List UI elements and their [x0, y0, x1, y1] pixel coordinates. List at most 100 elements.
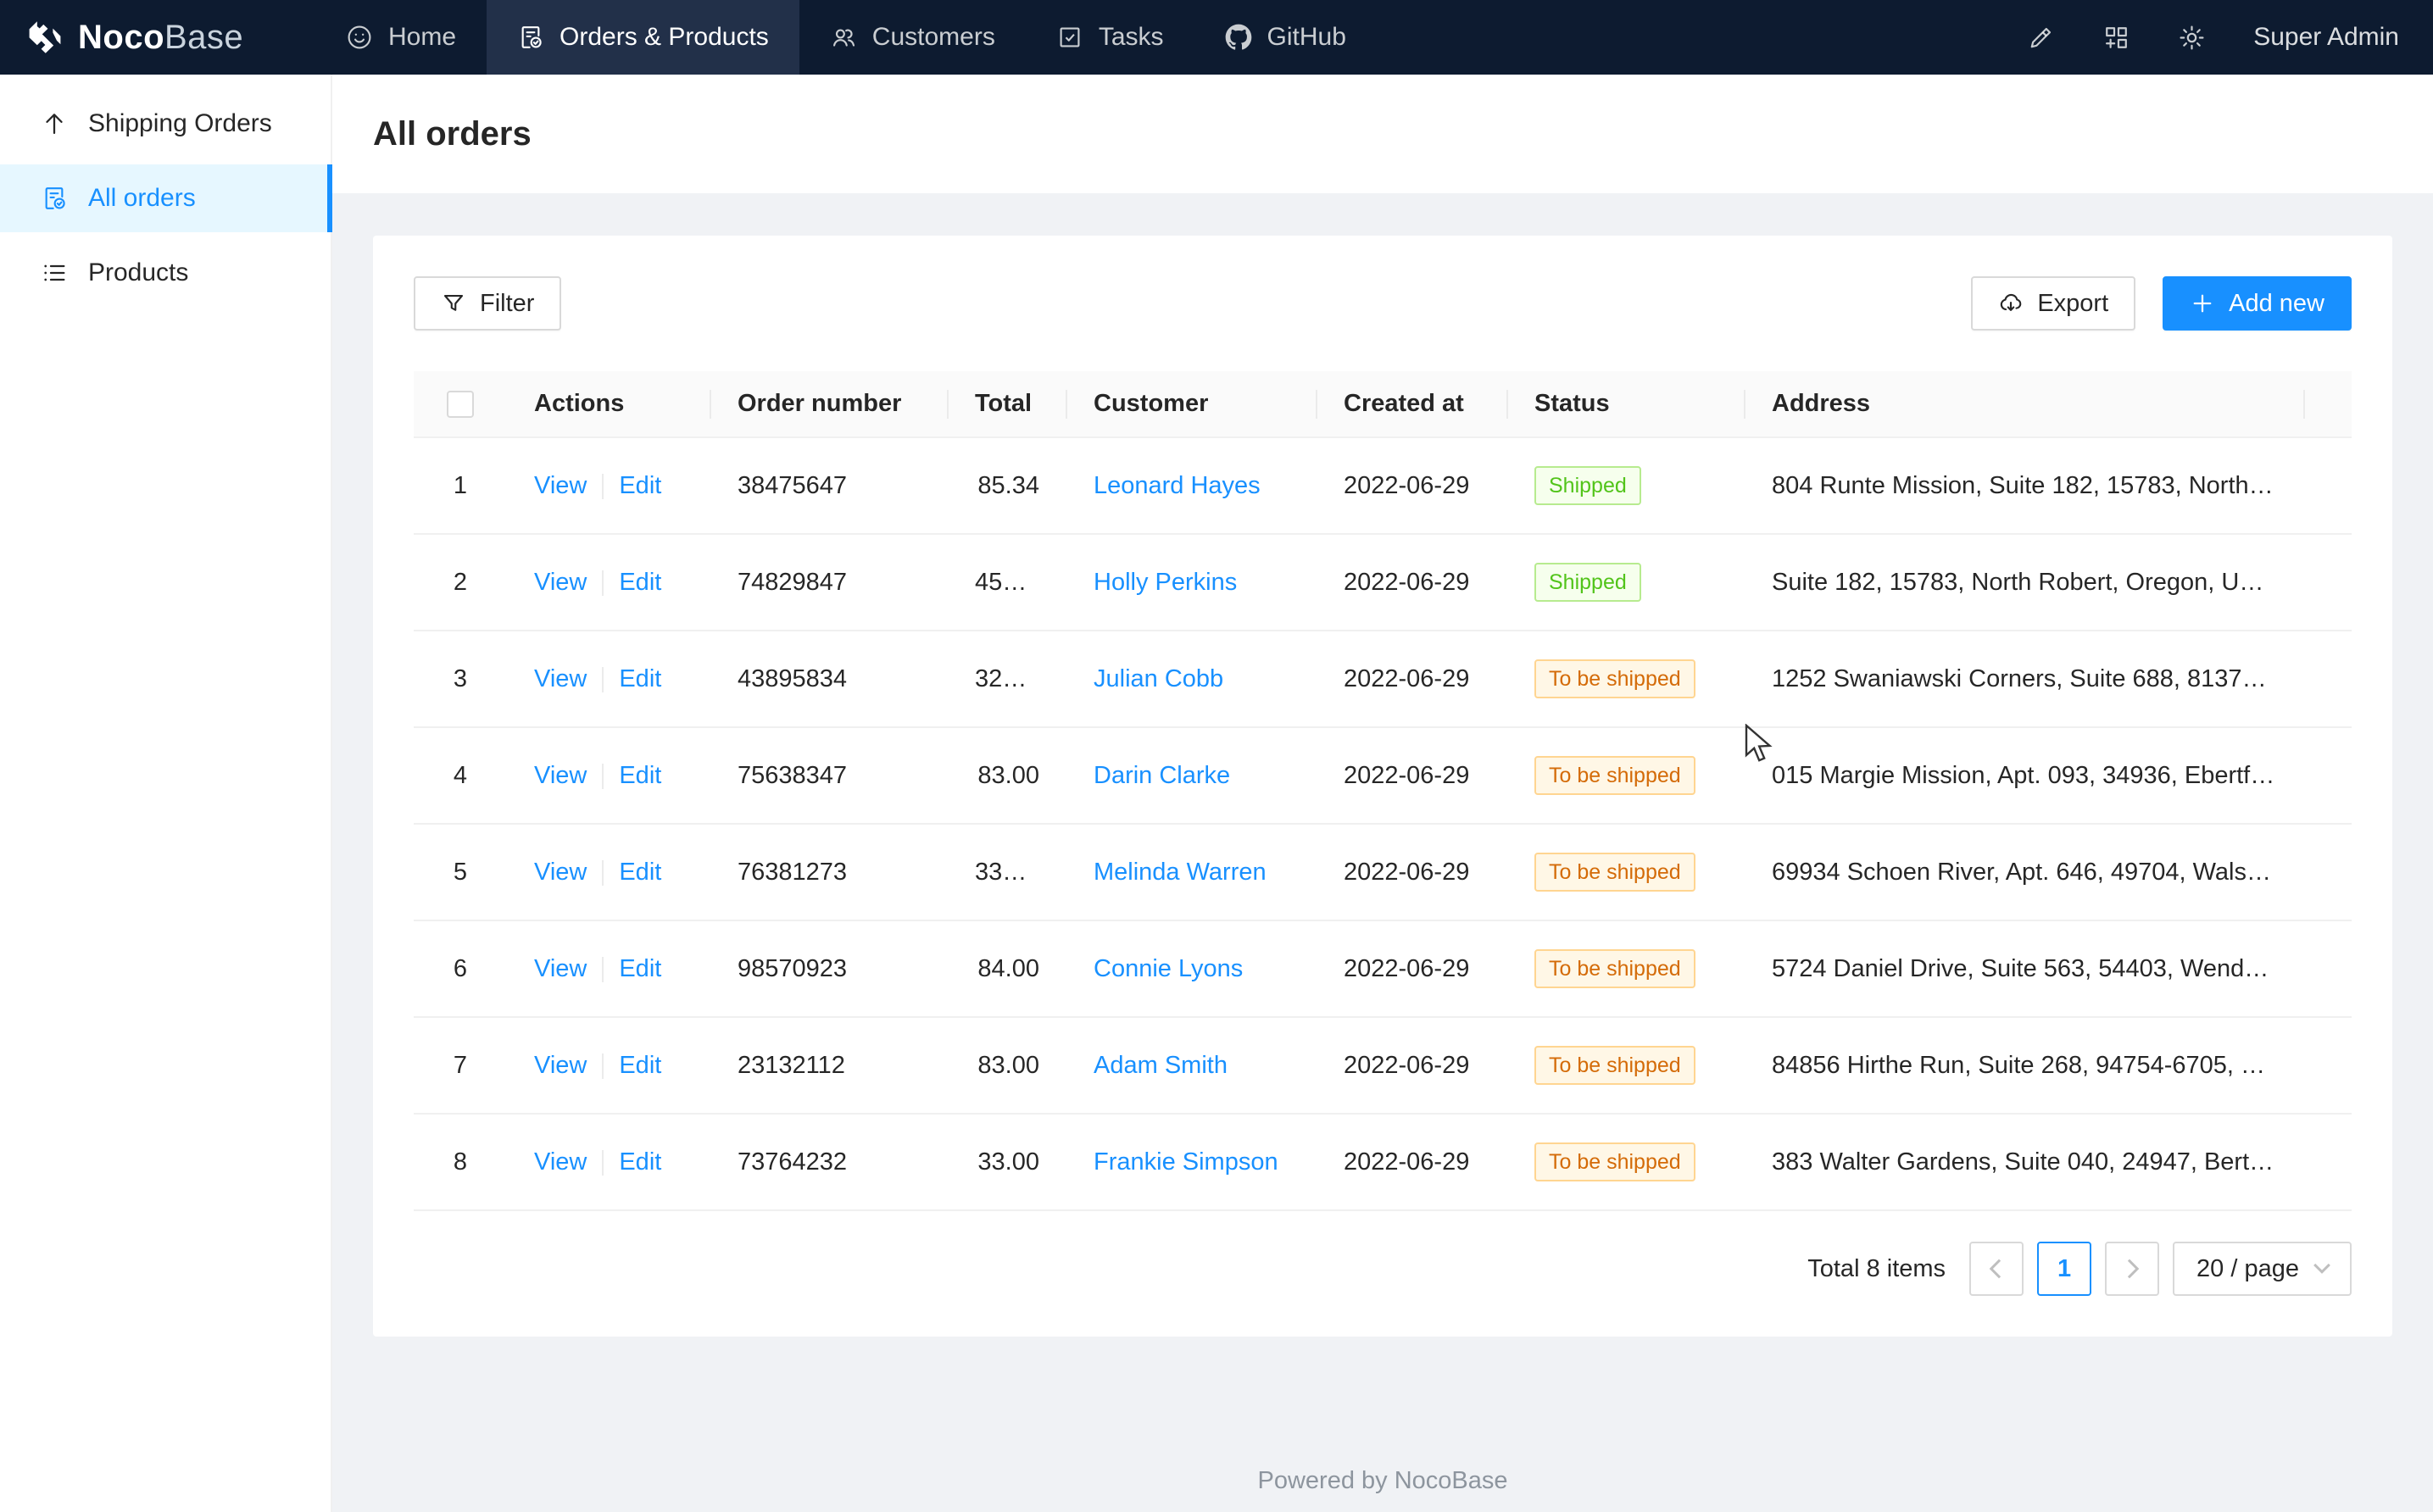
table-row[interactable]: 3 ViewEdit 43895834 321.00 Julian Cobb 2… — [414, 631, 2352, 727]
page-size-select[interactable]: 20 / page — [2173, 1242, 2352, 1296]
customer-link[interactable]: Darin Clarke — [1094, 762, 1230, 789]
order-number-cell: 73764232 — [738, 1148, 847, 1176]
table-row[interactable]: 6 ViewEdit 98570923 84.00 Connie Lyons 2… — [414, 920, 2352, 1017]
nav-item-label: Customers — [872, 23, 995, 52]
edit-link[interactable]: Edit — [619, 665, 661, 692]
select-all-checkbox[interactable] — [447, 391, 474, 418]
nav-item-github[interactable]: GitHub — [1194, 0, 1377, 75]
edit-link[interactable]: Edit — [619, 1148, 661, 1176]
nocobase-cube-icon — [25, 18, 64, 57]
edit-link[interactable]: Edit — [619, 472, 661, 499]
edit-link[interactable]: Edit — [619, 955, 661, 982]
main-menu: Home Orders & Products Customers Tasks — [315, 0, 1377, 75]
page-header: All orders — [332, 75, 2433, 193]
edit-link[interactable]: Edit — [619, 859, 661, 886]
blocks-add-icon[interactable] — [2102, 24, 2130, 52]
address-cell: 015 Margie Mission, Apt. 093, 34936, Ebe… — [1772, 762, 2291, 789]
table-row[interactable]: 1 ViewEdit 38475647 85.34 Leonard Hayes … — [414, 437, 2352, 534]
table-row[interactable]: 7 ViewEdit 23132112 83.00 Adam Smith 202… — [414, 1017, 2352, 1114]
status-badge: To be shipped — [1534, 756, 1695, 795]
created-at-cell: 2022-06-29 — [1344, 955, 1469, 982]
view-link[interactable]: View — [534, 955, 587, 982]
edit-link[interactable]: Edit — [619, 762, 661, 789]
nav-item-home[interactable]: Home — [315, 0, 487, 75]
total-cell: 85.34 — [977, 472, 1039, 499]
order-number-cell: 38475647 — [738, 472, 847, 499]
sidebar-item-label: Products — [88, 258, 188, 287]
filter-button[interactable]: Filter — [414, 276, 561, 331]
created-at-cell: 2022-06-29 — [1344, 859, 1469, 886]
total-cell: 33.00 — [977, 1148, 1039, 1176]
status-badge: To be shipped — [1534, 1142, 1695, 1181]
order-number-cell: 76381273 — [738, 859, 847, 886]
table-row[interactable]: 8 ViewEdit 73764232 33.00 Frankie Simpso… — [414, 1114, 2352, 1210]
address-cell: 5724 Daniel Drive, Suite 563, 54403, Wen… — [1772, 955, 2300, 982]
status-badge: To be shipped — [1534, 853, 1695, 892]
table-row[interactable]: 4 View Edit 75638347 83.00 Darin Clarke 2… — [414, 727, 2352, 824]
total-cell: 83.00 — [977, 762, 1039, 789]
status-badge: To be shipped — [1534, 949, 1695, 988]
address-cell: 1252 Swaniawski Corners, Suite 688, 8137… — [1772, 665, 2298, 692]
customer-link[interactable]: Connie Lyons — [1094, 955, 1243, 982]
view-link[interactable]: View — [534, 665, 587, 692]
brand-text: NocoBase — [78, 19, 243, 57]
header-actions: Actions — [507, 371, 710, 437]
prev-page-button[interactable] — [1969, 1242, 2024, 1296]
content-area: Filter Export Add new — [332, 193, 2433, 1512]
sidebar-item-all-orders[interactable]: All orders — [0, 164, 331, 232]
highlighter-icon[interactable] — [2027, 24, 2055, 52]
sidebar-item-products[interactable]: Products — [0, 239, 331, 307]
view-link[interactable]: View — [534, 1148, 587, 1176]
view-link[interactable]: View — [534, 472, 587, 499]
arrow-up-icon — [41, 110, 68, 137]
nav-item-tasks[interactable]: Tasks — [1026, 0, 1194, 75]
actions-divider — [602, 764, 604, 789]
filter-icon — [441, 291, 466, 316]
customer-link[interactable]: Adam Smith — [1094, 1052, 1228, 1079]
nocobase-logo[interactable]: NocoBase — [0, 0, 315, 75]
total-cell: 83.00 — [977, 1052, 1039, 1079]
total-cell: 321.00 — [975, 665, 1050, 692]
order-number-cell: 98570923 — [738, 955, 847, 982]
view-link[interactable]: View — [534, 569, 587, 596]
created-at-cell: 2022-06-29 — [1344, 1052, 1469, 1079]
sidebar-item-shipping-orders[interactable]: Shipping Orders — [0, 90, 331, 158]
view-link[interactable]: View — [534, 1052, 587, 1079]
footer-text: Powered by NocoBase — [332, 1467, 2433, 1495]
customer-link[interactable]: Leonard Hayes — [1094, 472, 1261, 499]
filter-label: Filter — [480, 290, 534, 318]
edit-link[interactable]: Edit — [619, 1052, 661, 1079]
header-order-number: Order number — [710, 371, 948, 437]
total-cell: 453.00 — [975, 569, 1050, 596]
header-created-at: Created at — [1317, 371, 1507, 437]
customer-link[interactable]: Julian Cobb — [1094, 665, 1223, 692]
customer-link[interactable]: Melinda Warren — [1094, 859, 1267, 886]
gear-icon[interactable] — [2178, 24, 2206, 52]
customer-link[interactable]: Frankie Simpson — [1094, 1148, 1278, 1176]
order-number-cell: 75638347 — [738, 762, 847, 789]
page-number-button[interactable]: 1 — [2037, 1242, 2091, 1296]
table-row[interactable]: 2 ViewEdit 74829847 453.00 Holly Perkins… — [414, 534, 2352, 631]
export-button[interactable]: Export — [1971, 276, 2135, 331]
view-link[interactable]: View — [534, 762, 587, 789]
row-index: 4 — [454, 762, 467, 789]
nav-item-label: Home — [388, 23, 456, 52]
nav-item-customers[interactable]: Customers — [799, 0, 1026, 75]
actions-divider — [602, 570, 604, 596]
actions-divider — [602, 1053, 604, 1079]
table-row[interactable]: 5 ViewEdit 76381273 332.00 Melinda Warre… — [414, 824, 2352, 920]
created-at-cell: 2022-06-29 — [1344, 762, 1469, 789]
address-cell: 84856 Hirthe Run, Suite 268, 94754-6705,… — [1772, 1052, 2304, 1079]
add-new-button[interactable]: Add new — [2163, 276, 2352, 331]
edit-link[interactable]: Edit — [619, 569, 661, 596]
row-index: 1 — [454, 472, 467, 499]
view-link[interactable]: View — [534, 859, 587, 886]
nav-right: Super Admin — [2027, 0, 2433, 75]
next-page-button[interactable] — [2105, 1242, 2159, 1296]
nav-item-label: GitHub — [1267, 23, 1346, 52]
customer-link[interactable]: Holly Perkins — [1094, 569, 1237, 596]
nav-item-orders-products[interactable]: Orders & Products — [487, 0, 799, 75]
main-area: All orders Filter Export — [332, 75, 2433, 1512]
user-menu[interactable]: Super Admin — [2253, 23, 2399, 52]
top-nav: NocoBase Home Orders & Products Customer… — [0, 0, 2433, 75]
